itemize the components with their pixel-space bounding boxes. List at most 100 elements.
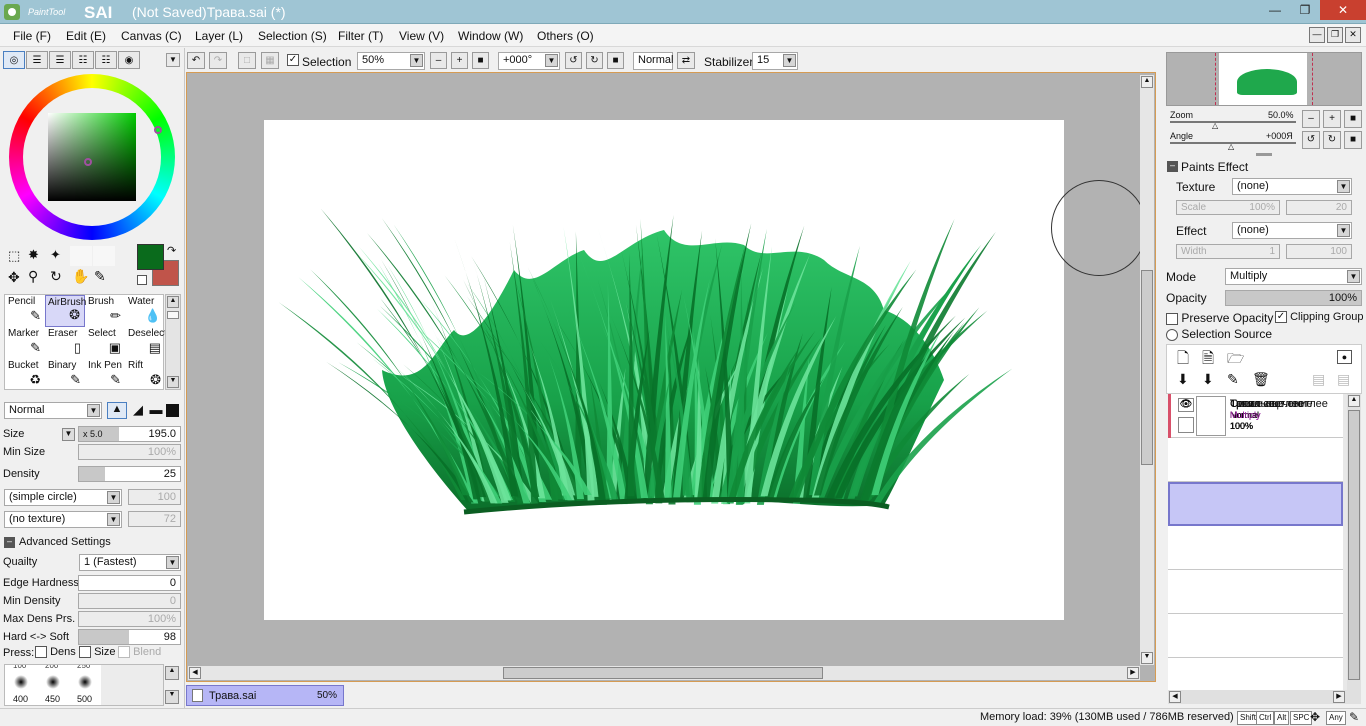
clear-layer-icon[interactable]: ✎ [1227,371,1239,388]
zoom-icon[interactable]: ⚲ [28,268,38,285]
swatches-mode-icon[interactable]: ☷ [95,51,117,69]
scroll-down-icon[interactable]: ▼ [167,376,179,388]
sizes-scroll-down-icon[interactable]: ▼ [165,690,179,704]
saturation-value-square[interactable] [48,113,136,201]
canvas-paper[interactable] [264,120,1064,620]
document-tab[interactable]: Трава.sai 50% [186,685,344,706]
tool-scrollbar[interactable]: ▲ ▼ [165,294,181,390]
restore-button[interactable]: ❐ [1290,0,1320,20]
new-folder-icon[interactable]: 🗁 [1227,348,1244,372]
move-icon[interactable]: ✥ [8,269,20,286]
rect-select-icon[interactable]: ⬚ [8,248,20,264]
hsv-slider-mode-icon[interactable]: ☰ [49,51,71,69]
menu-canvas[interactable]: Canvas (C) [121,29,182,43]
quality-select[interactable]: 1 (Fastest) ▼ [79,554,181,571]
palette-mode-icon[interactable]: ☷ [72,51,94,69]
zoom-select[interactable]: 50% ▼ [357,52,425,70]
clipping-group-checkbox[interactable]: ✓ Clipping Group [1275,311,1363,324]
brush-shape-strength[interactable]: 100 [128,489,181,505]
max-dens-field[interactable]: 100% [78,611,181,627]
rotate-left-icon[interactable]: ↺ [565,52,582,69]
delete-layer-icon[interactable]: 🗑 [1252,371,1270,388]
view-mode-select[interactable]: Normal [633,52,673,70]
tool-inkpen[interactable]: Ink Pen ✎ [85,359,125,391]
layer-mode-select[interactable]: Multiply ▼ [1225,268,1362,285]
scroll-left-icon[interactable]: ◀ [189,667,201,679]
zoom-out-icon[interactable]: – [430,52,447,69]
layer-lock-box[interactable] [1178,417,1194,433]
size-preset[interactable]: 400 [5,673,37,705]
nav-zoom-slider[interactable] [1170,121,1296,123]
tool-deselect[interactable]: Deselect ▤ [125,327,167,359]
nav-zoom-thumb[interactable]: △ [1212,121,1218,130]
brush-shape-round-icon[interactable]: ◢ [128,402,148,419]
scroll-thumb[interactable] [167,311,179,319]
tool-water[interactable]: Water 💧 [125,295,165,327]
brush-texture-strength[interactable]: 72 [128,511,181,527]
press-blend-checkbox[interactable]: Blend [118,646,161,659]
mdi-minimize-button[interactable]: — [1309,27,1325,43]
size-multiplier-dropdown[interactable]: ▼ [62,428,75,441]
hand-icon[interactable]: ✋ [72,268,89,285]
tool-marker[interactable]: Marker ✎ [5,327,45,359]
layer-item[interactable]: 👁 Трава еще светлее Normal 100% [1168,396,1343,570]
brush-shape-select[interactable]: (simple circle) ▼ [4,489,122,506]
stabilizer-select[interactable]: 15 ▼ [752,52,798,70]
zoom-reset-icon[interactable]: ■ [472,52,489,69]
layer-item-selected[interactable]: 👁✎ Тени Multiply 100% [1168,394,1343,526]
effect-strength-field[interactable]: 100 [1286,244,1352,259]
menu-window[interactable]: Window (W) [458,29,523,43]
reset-colors-icon[interactable] [137,275,147,285]
brush-texture-select[interactable]: (no texture) ▼ [4,511,122,528]
nav-rotate-left-icon[interactable]: ↺ [1302,131,1320,149]
layer-item[interactable]: 👁 Тени Multiply 100% [1168,394,1343,694]
eye-icon[interactable]: 👁 [1178,398,1194,412]
size-preset[interactable]: 500 [69,673,101,705]
magic-wand-icon[interactable]: ✦ [50,247,61,263]
navigator-preview[interactable] [1166,52,1362,106]
collapse-icon[interactable]: – [4,537,15,548]
texture-strength-field[interactable]: 20 [1286,200,1352,215]
rotation-select[interactable]: +000° ▼ [498,52,560,70]
transfer-down-icon[interactable]: ⬇ [1177,371,1189,388]
tool-pencil[interactable]: Pencil ✎ [5,295,45,327]
new-linework-layer-icon[interactable]: 🗎 [1202,348,1214,373]
menu-others[interactable]: Others (O) [537,29,594,43]
layer-hscrollbar[interactable]: ◀ ▶ [1168,690,1361,704]
menu-filter[interactable]: Filter (T) [338,29,383,43]
nav-zoom-reset-icon[interactable]: ■ [1344,110,1362,128]
density-field[interactable]: 25 [78,466,181,482]
tool-select[interactable]: Select ▣ [85,327,125,359]
link-mask-icon[interactable]: ▤ [1337,371,1350,388]
press-dens-checkbox[interactable]: Dens [35,646,76,659]
tool-binary[interactable]: Binary ✎ [45,359,85,391]
menu-view[interactable]: View (V) [399,29,444,43]
preserve-opacity-checkbox[interactable]: Preserve Opacity [1166,311,1273,325]
minimize-button[interactable]: — [1260,0,1290,20]
scroll-right-icon[interactable]: ▶ [1127,667,1139,679]
zoom-in-icon[interactable]: + [451,52,468,69]
sv-marker[interactable] [84,158,92,166]
undo-icon[interactable]: ↶ [187,52,205,69]
menu-file[interactable]: File (F) [13,29,51,43]
flip-icon[interactable]: ⇄ [677,52,695,69]
selection-checkbox[interactable]: ✓ [287,54,299,67]
edge-hardness-field[interactable]: 0 [78,575,181,591]
layer-item[interactable]: 👁 Синее свечение Normal 100% [1168,394,1343,482]
nav-angle-thumb[interactable]: △ [1228,142,1234,151]
apply-mask-icon[interactable]: ▤ [1312,371,1325,388]
layer-item[interactable]: 👁 Трава светлее Normal 100% [1168,396,1343,658]
panel-menu-icon[interactable]: ▼ [166,53,180,67]
collapse-icon[interactable]: – [1167,161,1178,172]
tool-airbrush[interactable]: AirBrush ❂ [45,295,86,327]
min-size-field[interactable]: 100% [78,444,181,460]
layer-scroll-thumb[interactable] [1348,410,1360,680]
scroll-up-icon[interactable]: ▲ [167,296,179,308]
scroll-right-icon[interactable]: ▶ [1333,691,1345,703]
vertical-scrollbar[interactable]: ▲ ▼ [1140,75,1154,665]
new-layer-icon[interactable]: 🗋 [1177,348,1189,373]
mdi-restore-button[interactable]: ❐ [1327,27,1343,43]
panel-splitter[interactable] [1256,153,1272,156]
min-density-field[interactable]: 0 [78,593,181,609]
rotate-icon[interactable]: ↻ [50,268,62,285]
